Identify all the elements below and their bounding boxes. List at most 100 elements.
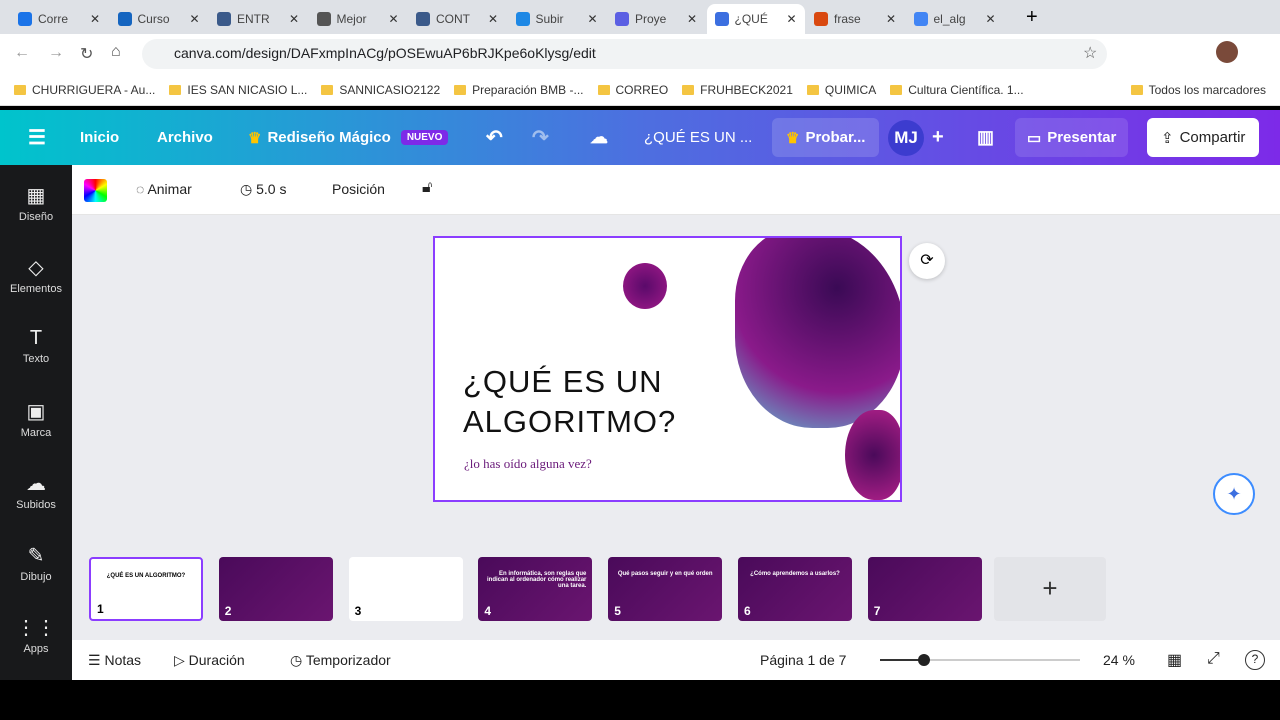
- grid-view-icon[interactable]: ▦: [1167, 650, 1182, 670]
- small-blob-shape: [623, 263, 667, 309]
- sidebar-item-dibujo[interactable]: ✎ Dibujo: [0, 543, 72, 583]
- page-thumbnail[interactable]: 7: [867, 557, 982, 621]
- home-icon[interactable]: ⌂: [111, 43, 121, 61]
- duration-button[interactable]: ◷ 5.0 s: [240, 181, 286, 198]
- present-label: Presentar: [1047, 129, 1117, 146]
- thumbnail-number: 3: [354, 604, 362, 618]
- close-tab-icon[interactable]: ✕: [587, 12, 597, 26]
- tab-favicon-icon: [814, 12, 828, 26]
- zoom-slider[interactable]: [880, 654, 1080, 666]
- close-tab-icon[interactable]: ✕: [985, 12, 995, 26]
- page-thumbnail[interactable]: ¿Cómo aprendemos a usarlos? 6: [738, 557, 852, 621]
- browser-tab[interactable]: Subir ✕: [508, 4, 606, 34]
- sidebar-item-elementos[interactable]: ◇ Elementos: [0, 255, 72, 295]
- try-pro-button[interactable]: ♛ Probar...: [772, 118, 880, 157]
- undo-icon[interactable]: ↶: [486, 110, 503, 165]
- close-tab-icon[interactable]: ✕: [488, 12, 498, 26]
- page-thumbnail[interactable]: Qué pasos seguir y en qué orden 5: [608, 557, 723, 621]
- zoom-slider-handle[interactable]: [918, 654, 930, 666]
- bookmark-item[interactable]: Preparación BMB -...: [454, 83, 584, 97]
- close-tab-icon[interactable]: ✕: [886, 12, 896, 26]
- browser-tab[interactable]: frase ✕: [806, 4, 904, 34]
- position-button[interactable]: Posición: [332, 181, 385, 197]
- redo-icon[interactable]: ↷: [532, 110, 549, 165]
- bookmark-label: Cultura Científica. 1...: [908, 82, 1024, 97]
- animate-button[interactable]: ◌ Animar: [136, 181, 192, 197]
- user-avatar[interactable]: MJ: [888, 120, 924, 156]
- duration-footer-button[interactable]: ▷ Duración: [174, 652, 245, 669]
- browser-tab[interactable]: Corre ✕: [10, 4, 108, 34]
- close-tab-icon[interactable]: ✕: [388, 12, 398, 26]
- notes-button[interactable]: ☰ Notas: [88, 652, 141, 669]
- home-button[interactable]: Inicio: [80, 110, 119, 165]
- profile-avatar[interactable]: [1216, 41, 1238, 63]
- file-button[interactable]: Archivo: [157, 110, 213, 165]
- add-page-button[interactable]: +: [994, 557, 1106, 621]
- bookmark-item[interactable]: FRUHBECK2021: [682, 83, 793, 97]
- fullscreen-icon[interactable]: ⤢: [1207, 650, 1220, 668]
- close-tab-icon[interactable]: ✕: [189, 12, 199, 26]
- close-tab-icon[interactable]: ✕: [90, 12, 100, 26]
- browser-tab[interactable]: ENTR ✕: [209, 4, 307, 34]
- slide-title[interactable]: ¿QUÉ ES UN ALGORITMO?: [463, 362, 693, 442]
- slide-subtitle[interactable]: ¿lo has oído alguna vez?: [464, 456, 592, 472]
- present-button[interactable]: ▭ Presentar: [1015, 118, 1129, 157]
- timer-label: Temporizador: [305, 652, 391, 668]
- zoom-level[interactable]: 24 %: [1103, 652, 1135, 668]
- reload-icon[interactable]: ↻: [80, 44, 93, 64]
- help-icon[interactable]: ?: [1245, 650, 1265, 670]
- menu-icon[interactable]: ☰: [28, 110, 46, 165]
- bookmark-item[interactable]: QUIMICA: [806, 83, 876, 97]
- back-icon[interactable]: ←: [14, 44, 30, 62]
- slide-canvas[interactable]: ¿QUÉ ES UN ALGORITMO? ¿lo has oído algun…: [433, 236, 902, 502]
- all-bookmarks-label: Todos los marcadores: [1148, 82, 1266, 97]
- magic-redesign-button[interactable]: ♛ Rediseño Mágico NUEVO: [248, 110, 449, 165]
- page-thumbnail[interactable]: ¿QUÉ ES UN ALGORITMO? 1: [89, 557, 203, 621]
- page-thumbnail[interactable]: 2: [218, 557, 333, 621]
- bookmark-label: SANNICASIO2122: [339, 82, 441, 97]
- canva-header: ☰ Inicio Archivo ♛ Rediseño Mágico NUEVO ↶…: [0, 110, 1280, 165]
- color-picker[interactable]: [84, 179, 107, 202]
- add-collaborator-icon[interactable]: +: [932, 110, 944, 165]
- sidebar-item-subidos[interactable]: ☁ Subidos: [0, 471, 72, 511]
- page-indicator[interactable]: Página 1 de 7: [760, 652, 846, 668]
- forward-icon[interactable]: →: [48, 44, 64, 62]
- browser-tab[interactable]: el_alg ✕: [906, 4, 1004, 34]
- bookmark-item[interactable]: SANNICASIO2122: [321, 83, 440, 97]
- cloud-save-icon[interactable]: ☁: [590, 110, 608, 165]
- sidebar-item-marca[interactable]: ▣ Marca: [0, 399, 72, 439]
- sidebar-label: Marca: [20, 427, 52, 439]
- close-tab-icon[interactable]: ✕: [786, 12, 796, 26]
- sidebar-item-apps[interactable]: ⋮⋮ Apps: [0, 615, 72, 655]
- browser-tab[interactable]: Proye ✕: [607, 4, 705, 34]
- sidebar-item-texto[interactable]: T Texto: [0, 327, 72, 365]
- tab-favicon-icon: [18, 12, 32, 26]
- new-badge: NUEVO: [400, 130, 449, 145]
- bookmark-item[interactable]: CORREO: [597, 83, 668, 97]
- browser-tab[interactable]: CONT ✕: [408, 4, 506, 34]
- all-bookmarks[interactable]: Todos los marcadores: [1130, 82, 1266, 97]
- bookmark-item[interactable]: IES SAN NICASIO L...: [169, 83, 307, 97]
- page-thumbnail[interactable]: En informática, son reglas que indican a…: [478, 557, 593, 621]
- url-input[interactable]: canva.com/design/DAFxmpInACg/pOSEwuAP6bR…: [142, 39, 1107, 69]
- close-tab-icon[interactable]: ✕: [687, 12, 697, 26]
- browser-tab[interactable]: Curso ✕: [110, 4, 208, 34]
- design-title[interactable]: ¿QUÉ ES UN ...: [644, 110, 752, 165]
- browser-tab[interactable]: Mejor ✕: [309, 4, 407, 34]
- star-icon[interactable]: ☆: [1083, 43, 1097, 63]
- share-button[interactable]: ⇪ Compartir: [1147, 118, 1260, 157]
- page-thumbnail[interactable]: 3: [348, 557, 463, 621]
- lock-icon[interactable]: 🔓︎: [422, 179, 432, 197]
- close-tab-icon[interactable]: ✕: [289, 12, 299, 26]
- tab-label: ¿QUÉ: [734, 12, 768, 26]
- new-tab-icon[interactable]: +: [1026, 6, 1038, 29]
- bookmark-item[interactable]: CHURRIGUERA - Au...: [14, 83, 155, 97]
- refresh-comment-icon[interactable]: ⟳: [909, 243, 945, 279]
- insights-icon[interactable]: ▥: [977, 110, 994, 165]
- magic-assistant-icon[interactable]: ✦: [1213, 473, 1255, 515]
- browser-tab[interactable]: ¿QUÉ ✕: [706, 4, 805, 34]
- timer-button[interactable]: ◷ Temporizador: [290, 652, 391, 669]
- sidebar-item-diseño[interactable]: ▦ Diseño: [0, 183, 72, 223]
- bookmark-label: FRUHBECK2021: [700, 82, 793, 97]
- bookmark-item[interactable]: Cultura Científica. 1...: [890, 82, 1024, 97]
